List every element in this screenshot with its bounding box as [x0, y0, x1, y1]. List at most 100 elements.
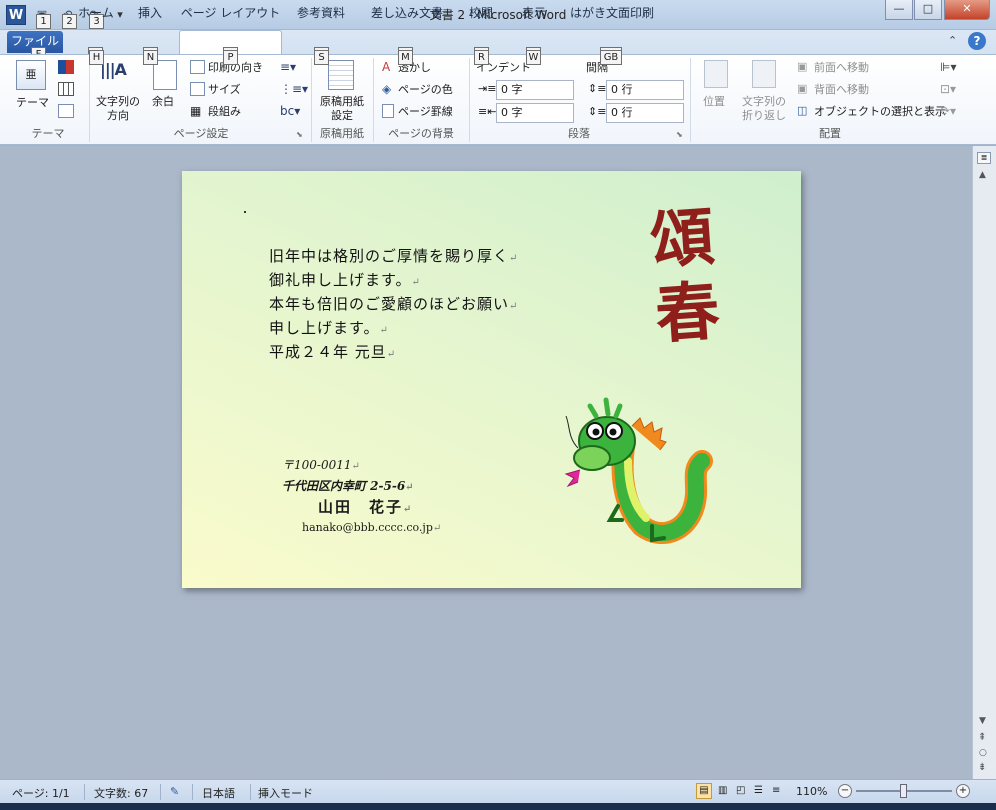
outline-view-icon[interactable]: ☰ [754, 785, 763, 796]
close-button[interactable]: ✕ [944, 0, 990, 20]
postcard-page[interactable]: 旧年中は格別のご厚情を賜り厚く↵ 御礼申し上げます。↵ 本年も倍旧のご愛顧のほど… [182, 171, 801, 588]
language-indicator[interactable]: 日本語 [202, 785, 235, 801]
indent-right-icon: ≡⇤ [478, 105, 497, 118]
orientation-icon[interactable] [190, 60, 205, 77]
scroll-up-icon[interactable]: ▲ [979, 170, 986, 180]
minimize-ribbon-icon[interactable]: ⌃ [948, 34, 957, 47]
group-paragraph-label: 段落 [568, 127, 590, 140]
zoom-in-icon[interactable]: + [956, 784, 970, 798]
group-background-label: ページの背景 [388, 127, 454, 140]
send-backward-icon[interactable]: ▣ [797, 82, 807, 95]
page-border-icon[interactable] [382, 104, 394, 121]
tab-page-layout[interactable]: ページ レイアウト [180, 3, 281, 24]
sender-name: 山田 花子↵ [318, 498, 414, 516]
columns-label[interactable]: 段組み [208, 105, 241, 119]
full-screen-reading-icon[interactable]: ▥ [718, 785, 727, 796]
page-indicator[interactable]: ページ: 1/1 [12, 785, 70, 801]
page-color-icon[interactable]: ◈ [382, 82, 391, 96]
word-count[interactable]: 文字数: 67 [94, 785, 148, 801]
keytip-paragraph: GB [600, 50, 622, 65]
dragon-illustration [564, 397, 713, 544]
indent-right-field[interactable]: 0 字 [496, 103, 574, 123]
indent-left-field[interactable]: 0 字 [496, 80, 574, 100]
greeting-line-3: 本年も倍旧のご愛顧のほどお願い↵ [269, 295, 519, 313]
space-after-field[interactable]: 0 行 [606, 103, 684, 123]
bring-forward-label[interactable]: 前面へ移動 [814, 61, 869, 75]
page-border-label[interactable]: ページ罫線 [398, 105, 453, 119]
status-divider [192, 784, 193, 800]
web-layout-icon[interactable]: ◰ [736, 785, 745, 796]
selection-pane-label[interactable]: オブジェクトの選択と表示 [814, 105, 946, 119]
selection-pane-icon[interactable]: ◫ [797, 104, 807, 117]
keytip-margins: N [143, 50, 158, 65]
keytip-text-direction: H [89, 50, 104, 65]
sender-email: hanako@bbb.cccc.co.jp↵ [302, 521, 442, 534]
previous-page-icon[interactable]: ⇞ [978, 732, 986, 743]
tab-postcard[interactable]: はがき文面印刷 [566, 3, 658, 24]
help-icon[interactable]: ? [968, 32, 986, 50]
keytip-indent: R [474, 50, 489, 65]
wrap-text-icon[interactable] [752, 60, 776, 88]
columns-icon[interactable]: ▦ [190, 104, 201, 118]
rotate-icon[interactable]: ⟳▾ [940, 104, 956, 118]
scroll-down-icon[interactable]: ▼ [979, 716, 986, 726]
zoom-level[interactable]: 110% [796, 785, 827, 798]
align-icon[interactable]: ⊫▾ [940, 60, 956, 74]
page-color-label[interactable]: ページの色 [398, 83, 453, 97]
greeting-date: 平成２４年 元旦↵ [269, 343, 397, 361]
manuscript-icon[interactable] [328, 60, 354, 90]
vertical-scrollbar[interactable]: ≣ ▲ ▼ ⇞ ○ ⇟ [972, 146, 996, 779]
space-before-field[interactable]: 0 行 [606, 80, 684, 100]
browse-object-icon[interactable]: ○ [979, 748, 987, 758]
watermark-icon[interactable]: A [382, 60, 390, 74]
breaks-icon[interactable]: ≡▾ [280, 60, 296, 74]
maximize-button[interactable]: □ [914, 0, 942, 20]
themes-icon[interactable]: 亜 [16, 60, 46, 90]
page-setup-launcher-icon[interactable]: ⬊ [296, 130, 303, 139]
margins-label[interactable]: 余白 [152, 95, 174, 109]
print-layout-view-icon[interactable]: ▤ [696, 783, 712, 799]
headline-char-1: 頌 [647, 199, 717, 280]
tab-home[interactable]: ホーム [72, 3, 120, 24]
next-page-icon[interactable]: ⇟ [978, 762, 986, 773]
group-objects-icon[interactable]: ⊡▾ [940, 82, 956, 96]
size-label[interactable]: サイズ [208, 83, 241, 97]
themes-button-label[interactable]: テーマ [16, 96, 49, 110]
size-icon[interactable] [190, 82, 205, 99]
tab-view[interactable]: 表示 [512, 3, 556, 24]
hyphenation-icon[interactable]: bc▾ [280, 104, 300, 118]
tab-mailings[interactable]: 差し込み文書 [364, 3, 450, 24]
minimize-button[interactable]: — [885, 0, 913, 20]
manuscript-label[interactable]: 原稿用紙 設定 [318, 95, 366, 123]
keytip-watermark: M [398, 50, 413, 65]
wrap-text-label[interactable]: 文字列の 折り返し [739, 95, 789, 123]
keytip-manuscript: S [314, 50, 329, 65]
position-label[interactable]: 位置 [703, 95, 725, 109]
send-backward-label[interactable]: 背面へ移動 [814, 83, 869, 97]
bring-forward-icon[interactable]: ▣ [797, 60, 807, 73]
theme-effects-icon[interactable] [58, 104, 74, 118]
tab-review[interactable]: 校閲 [462, 3, 500, 24]
zoom-slider-thumb[interactable] [900, 784, 907, 798]
proofing-icon[interactable]: ✎ [170, 785, 179, 798]
taskbar-strip [0, 803, 996, 810]
insert-mode[interactable]: 挿入モード [258, 785, 313, 801]
theme-fonts-icon[interactable] [58, 82, 74, 96]
text-direction-label[interactable]: 文字列の 方向 [94, 95, 142, 123]
postal-code: 〒100-0011↵ [282, 458, 360, 472]
keytip-orientation: P [223, 50, 238, 65]
keytip-spacing: W [526, 50, 541, 65]
text-direction-icon[interactable]: |||A [100, 60, 132, 90]
position-icon[interactable] [704, 60, 728, 88]
line-numbers-icon[interactable]: ⋮≡▾ [280, 82, 308, 96]
paragraph-launcher-icon[interactable]: ⬊ [676, 130, 683, 139]
headline-shunshun: 頌 春 [635, 200, 735, 354]
zoom-out-icon[interactable]: − [838, 784, 852, 798]
theme-colors-icon[interactable] [58, 60, 74, 74]
group-manuscript-label: 原稿用紙 [320, 127, 364, 140]
tab-insert[interactable]: 挿入 [128, 3, 172, 24]
space-before-icon: ⇕≡ [588, 82, 607, 95]
ruler-toggle-icon[interactable]: ≣ [977, 152, 991, 164]
tab-references[interactable]: 参考資料 [288, 3, 354, 24]
draft-view-icon[interactable]: ≡ [772, 785, 780, 796]
